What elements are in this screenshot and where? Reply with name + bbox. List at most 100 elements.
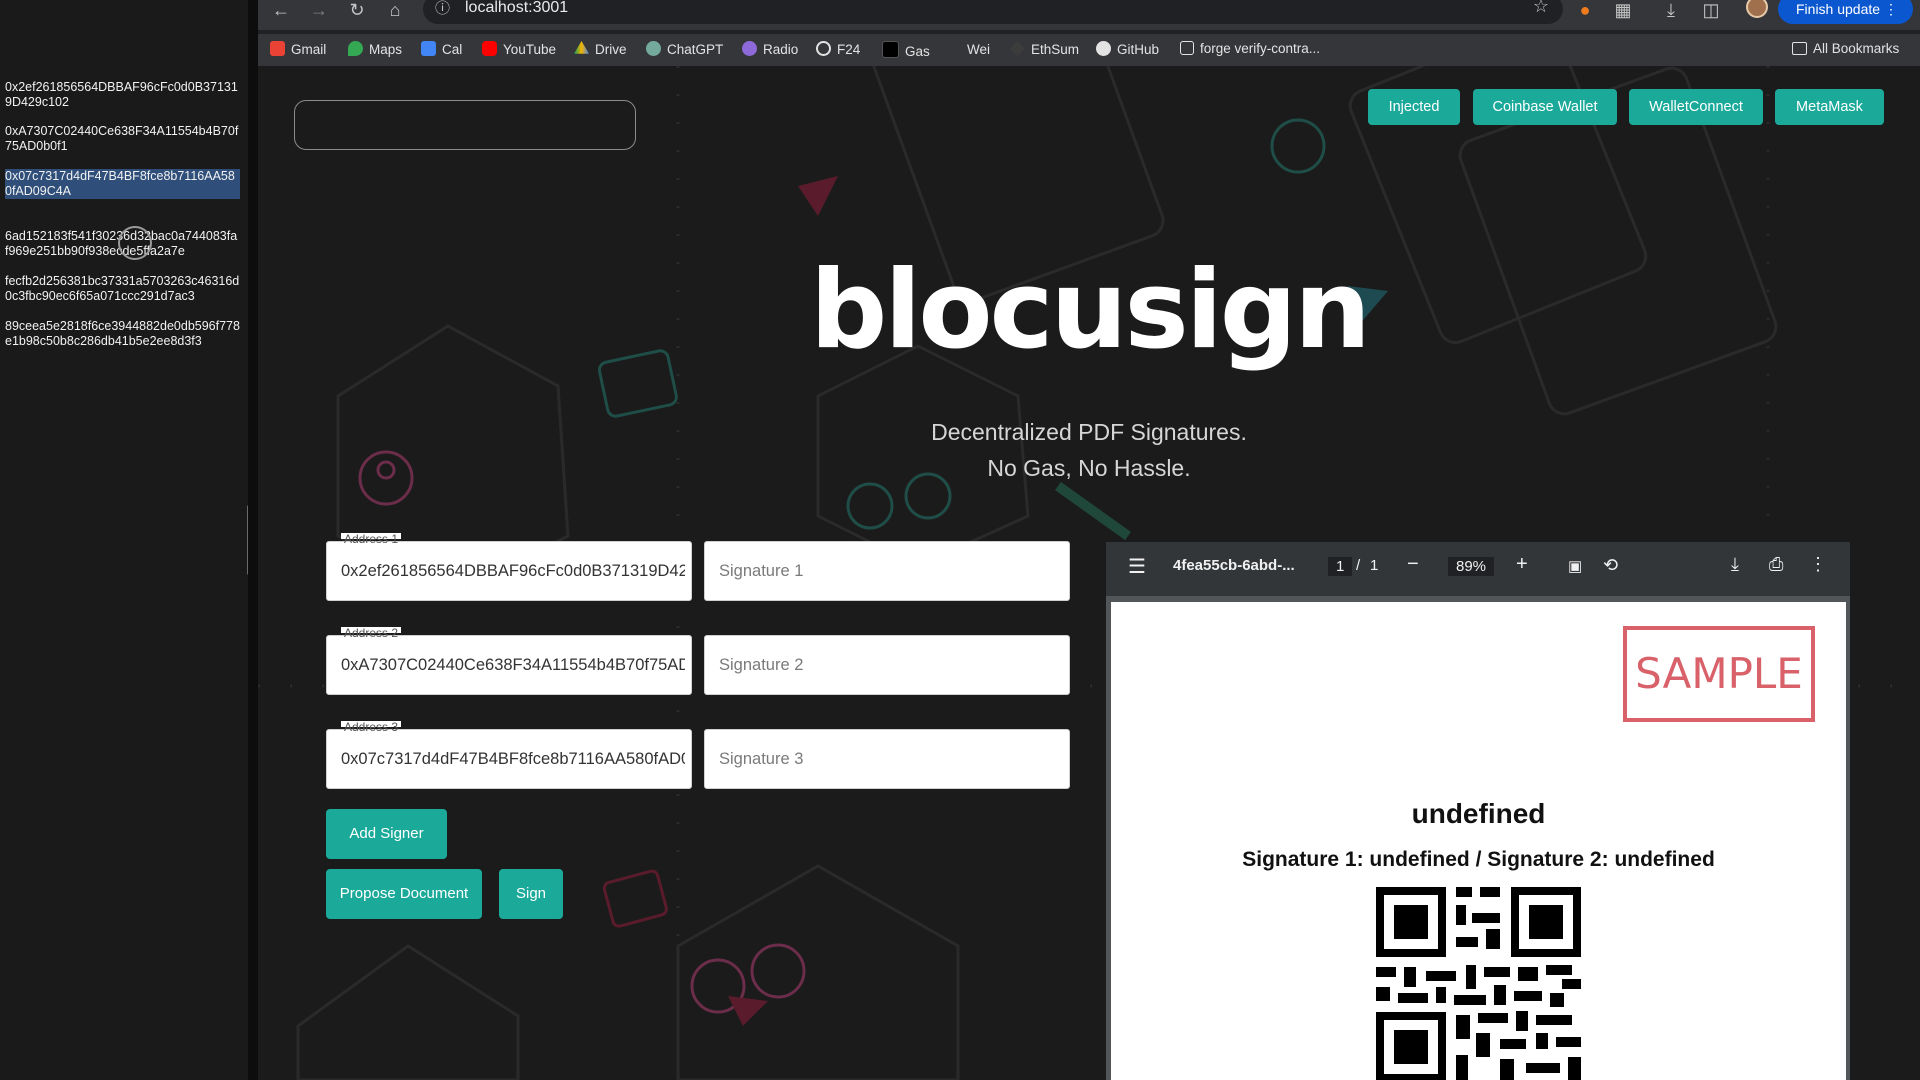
site-info-icon[interactable]: ⓘ	[435, 0, 450, 18]
qr-code	[1376, 887, 1581, 1080]
back-icon[interactable]: ←	[268, 0, 294, 24]
bookmarks-bar: Gmail Maps Cal YouTube Drive ChatGPT Rad…	[258, 34, 1920, 66]
sample-stamp: SAMPLE	[1623, 626, 1815, 722]
note-entry-selected[interactable]: 0x07c7317d4dF47B4BF8fce8b7116AA580fAD09C…	[5, 169, 240, 199]
address-1-label: Address 1	[341, 533, 402, 545]
bookmark-maps[interactable]: Maps	[348, 41, 402, 57]
youtube-icon	[482, 41, 497, 56]
folder-icon	[1792, 42, 1807, 55]
bookmark-gas[interactable]: Gas	[882, 41, 930, 59]
address-bar[interactable]: ⓘ localhost:3001 ☆	[423, 0, 1563, 24]
bookmark-radio[interactable]: Radio	[742, 41, 798, 57]
forge-icon	[1180, 41, 1194, 55]
reload-icon[interactable]: ↻	[344, 0, 370, 24]
url-text: localhost:3001	[465, 0, 569, 16]
address-2-input[interactable]	[341, 636, 685, 694]
signature-3-input[interactable]	[719, 730, 1063, 788]
bookmark-drive[interactable]: Drive	[574, 41, 627, 57]
github-icon	[1096, 41, 1111, 56]
extensions-icon[interactable]: ▦	[1610, 0, 1636, 24]
note-entry[interactable]: 0xA7307C02440Ce638F34A11554b4B70f75AD0b0…	[5, 124, 240, 154]
fit-page-icon[interactable]: ▣	[1568, 557, 1582, 575]
metamask-extension-icon[interactable]: ●	[1572, 0, 1598, 24]
bookmark-forge[interactable]: forge verify-contra...	[1180, 41, 1320, 56]
profile-avatar[interactable]	[1746, 0, 1768, 18]
home-icon[interactable]: ⌂	[382, 0, 408, 24]
document-signatures: Signature 1: undefined / Signature 2: un…	[1242, 848, 1715, 871]
page-title: blocusign	[810, 248, 1371, 373]
download-icon[interactable]: ⤓	[1731, 554, 1739, 575]
signature-1-input[interactable]	[719, 542, 1063, 600]
tagline-line-2: No Gas, No Hassle.	[987, 455, 1191, 481]
tagline-line-1: Decentralized PDF Signatures.	[931, 419, 1247, 445]
forward-icon[interactable]: →	[306, 0, 332, 24]
star-icon[interactable]: ☆	[1533, 0, 1549, 17]
calendar-icon	[421, 41, 436, 56]
page-content: Injected Coinbase Wallet WalletConnect M…	[258, 66, 1920, 1080]
sign-button[interactable]: Sign	[499, 869, 563, 919]
signature-3-field	[704, 729, 1070, 789]
notes-panel: 0x2ef261856564DBBAF96cFc0d0B371319D429c1…	[0, 0, 251, 1080]
address-1-field: Address 1	[326, 533, 692, 601]
address-1-input[interactable]	[341, 542, 685, 600]
search-box[interactable]	[294, 100, 636, 150]
page-number-input[interactable]: 1	[1328, 557, 1353, 576]
bookmark-chatgpt[interactable]: ChatGPT	[646, 41, 723, 57]
bookmark-wei[interactable]: Wei	[946, 41, 990, 57]
radio-icon	[742, 41, 757, 56]
page-separator: /	[1356, 557, 1361, 574]
address-3-label: Address 3	[341, 721, 402, 733]
propose-document-button[interactable]: Propose Document	[326, 869, 482, 919]
pdf-page: SAMPLE undefined Signature 1: undefined …	[1111, 602, 1846, 1080]
pdf-filename: 4fea55cb-6abd-...	[1173, 557, 1295, 574]
note-entry[interactable]: 89ceea5e2818f6ce3944882de0db596f778e1b98…	[5, 319, 240, 349]
zoom-in-icon[interactable]: +	[1516, 553, 1528, 576]
cursor-indicator	[118, 226, 152, 260]
address-3-field: Address 3	[326, 721, 692, 789]
browser-window: ← → ↻ ⌂ ⓘ localhost:3001 ☆ ● ▦ ⤓ ◫ Finis…	[258, 0, 1920, 1080]
ethereum-icon	[1010, 41, 1025, 56]
rotate-icon[interactable]: ⟲	[1603, 555, 1618, 576]
downloads-icon[interactable]: ⤓	[1658, 0, 1684, 24]
wei-icon	[946, 41, 961, 56]
note-entry[interactable]: fecfb2d256381bc37331a5703263c46316d0c3fb…	[5, 274, 240, 304]
gmail-icon	[270, 41, 285, 56]
f24-icon	[816, 41, 831, 56]
pdf-toolbar: ☰ 4fea55cb-6abd-... 1 / 1 − 89% + ▣ ⟲ ⤓ …	[1106, 542, 1850, 596]
print-icon[interactable]: ⎙	[1769, 554, 1783, 575]
document-title: undefined	[1411, 798, 1546, 829]
bookmark-youtube[interactable]: YouTube	[482, 41, 556, 57]
finish-update-label: Finish update	[1796, 1, 1881, 17]
pdf-viewer: ☰ 4fea55cb-6abd-... 1 / 1 − 89% + ▣ ⟲ ⤓ …	[1106, 542, 1850, 1080]
gas-icon	[882, 41, 899, 58]
kebab-icon[interactable]: ⋮	[1809, 554, 1827, 575]
maps-icon	[348, 41, 363, 56]
signature-1-field	[704, 541, 1070, 601]
address-2-field: Address 2	[326, 627, 692, 695]
walletconnect-button[interactable]: WalletConnect	[1629, 89, 1763, 125]
metamask-button[interactable]: MetaMask	[1775, 89, 1884, 125]
hamburger-icon[interactable]: ☰	[1128, 554, 1146, 579]
window-divider	[248, 0, 258, 1080]
page-total: 1	[1370, 557, 1379, 574]
zoom-level[interactable]: 89%	[1448, 557, 1495, 576]
signature-2-input[interactable]	[719, 636, 1063, 694]
tagline: Decentralized PDF Signatures. No Gas, No…	[258, 414, 1920, 486]
side-panel-icon[interactable]: ◫	[1698, 0, 1724, 24]
bookmark-gmail[interactable]: Gmail	[270, 41, 326, 57]
address-3-input[interactable]	[341, 730, 685, 788]
bookmark-f24[interactable]: F24	[816, 41, 860, 57]
all-bookmarks[interactable]: All Bookmarks	[1792, 41, 1899, 56]
add-signer-button[interactable]: Add Signer	[326, 809, 447, 859]
bookmark-cal[interactable]: Cal	[421, 41, 462, 57]
chatgpt-icon	[646, 41, 661, 56]
zoom-out-icon[interactable]: −	[1407, 553, 1419, 576]
bookmark-github[interactable]: GitHub	[1096, 41, 1159, 57]
bookmark-ethsum[interactable]: EthSum	[1010, 41, 1079, 57]
note-entry[interactable]: 0x2ef261856564DBBAF96cFc0d0B371319D429c1…	[5, 80, 240, 110]
browser-toolbar: ← → ↻ ⌂ ⓘ localhost:3001 ☆ ● ▦ ⤓ ◫ Finis…	[258, 0, 1920, 30]
signature-2-field	[704, 635, 1070, 695]
coinbase-wallet-button[interactable]: Coinbase Wallet	[1473, 89, 1617, 125]
injected-wallet-button[interactable]: Injected	[1368, 89, 1460, 125]
finish-update-button[interactable]: Finish update ⋮	[1778, 0, 1913, 24]
